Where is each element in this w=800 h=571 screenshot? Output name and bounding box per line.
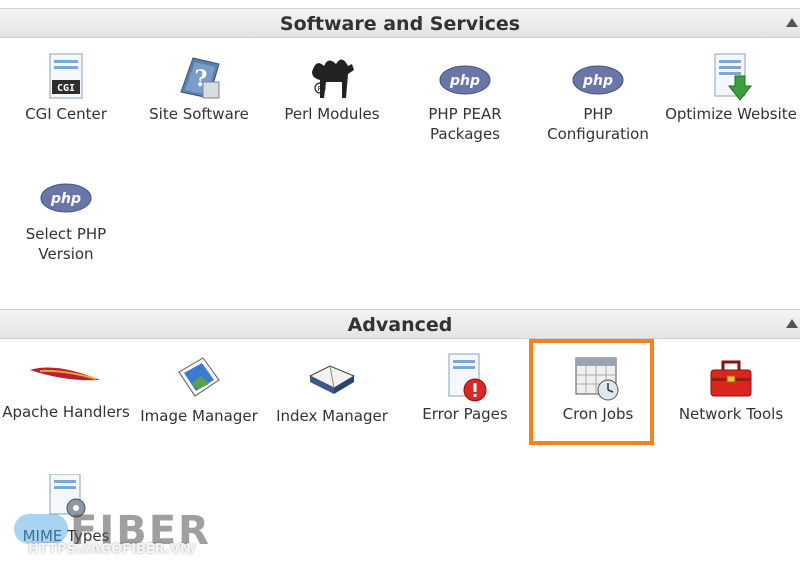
item-label: Optimize Website [665,105,797,123]
cgi-center-item[interactable]: CGI CGI Center [0,52,132,124]
image-icon [173,354,225,404]
feather-icon [26,350,106,400]
svg-text:php: php [449,73,480,89]
item-label: Index Manager [276,407,388,425]
svg-text:php: php [582,73,613,89]
section-title: Advanced [347,314,453,336]
svg-text:R: R [318,85,323,93]
php-icon: php [439,52,491,102]
watermark: FIBER HTTPS://AGOFIBER.VN/ [14,508,254,568]
item-label: Select PHP Version [25,225,107,263]
optimize-website-item[interactable]: Optimize Website [665,52,797,124]
item-label: Perl Modules [284,105,380,123]
php-icon: php [40,172,92,222]
toolbox-icon [705,352,757,402]
item-label: Apache Handlers [2,403,130,421]
section-header-advanced[interactable]: Advanced [0,309,800,339]
item-label: CGI Center [25,105,107,123]
perl-modules-item[interactable]: R Perl Modules [266,52,398,124]
site-software-item[interactable]: ? Site Software [133,52,265,124]
item-label: Image Manager [140,407,258,425]
item-label: Network Tools [678,405,784,423]
optimize-icon [705,52,757,102]
collapse-arrow-icon[interactable] [786,18,798,27]
image-manager-item[interactable]: Image Manager [133,354,265,426]
index-manager-item[interactable]: Index Manager [266,354,398,426]
network-tools-item[interactable]: Network Tools [665,352,797,424]
svg-text:CGI: CGI [57,83,75,94]
watermark-logo-icon [14,514,68,544]
item-label: PHP Configuration [547,105,649,143]
camel-icon: R [306,52,358,102]
site-software-icon: ? [173,52,225,102]
apache-handlers-item[interactable]: Apache Handlers [0,350,132,422]
error-pages-item[interactable]: Error Pages [399,352,531,424]
item-label: Error Pages [422,405,508,423]
item-label: PHP PEAR Packages [428,105,502,143]
book-icon [306,354,358,404]
highlight-box [529,339,654,445]
section-header-software-services[interactable]: Software and Services [0,8,800,38]
select-php-version-item[interactable]: php Select PHP Version [0,172,132,264]
php-pear-packages-item[interactable]: php PHP PEAR Packages [399,52,531,144]
watermark-url: HTTPS://AGOFIBER.VN/ [28,542,196,557]
section-title: Software and Services [279,13,521,35]
svg-text:php: php [50,191,81,207]
item-label: Site Software [149,105,249,123]
php-configuration-item[interactable]: php PHP Configuration [532,52,664,144]
error-page-icon [439,352,491,402]
cgi-icon: CGI [40,52,92,102]
php-icon: php [572,52,624,102]
collapse-arrow-icon[interactable] [786,319,798,328]
